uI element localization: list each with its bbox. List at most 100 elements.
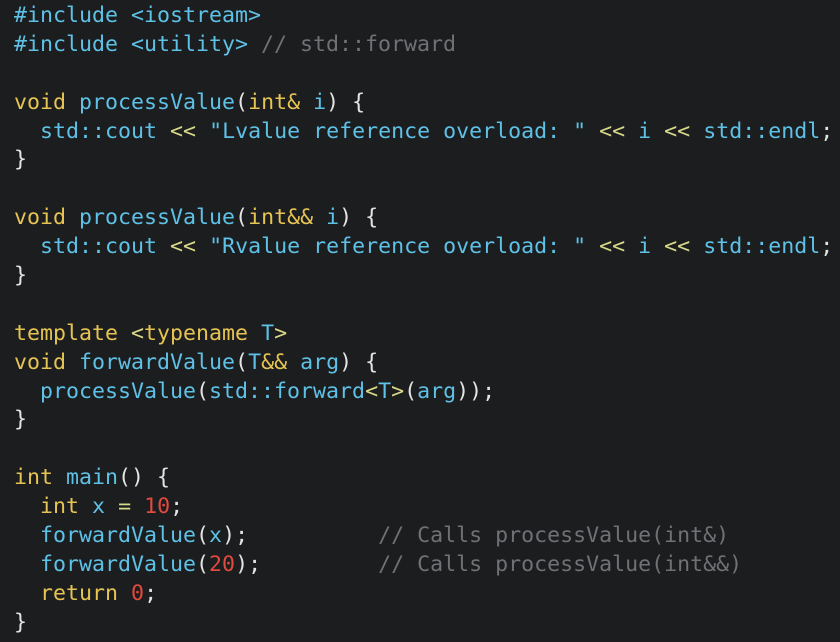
code-keyword: && [261,349,288,375]
code-line: std::cout << "Rvalue reference overload:… [14,233,833,262]
parameter-name: i [313,89,327,115]
code-text: () { [118,465,171,491]
operator: << [664,234,691,260]
parameter-name: i [638,118,652,144]
code-text: } [14,407,28,433]
number-literal: 0 [131,580,145,606]
code-line: } [14,146,833,175]
parameter-name: i [638,234,652,260]
operator: << [170,234,197,260]
code-line: #include <iostream> [14,2,833,31]
code-text: ); [222,523,249,549]
code-text: ( [235,205,249,231]
operator: << [170,118,197,144]
code-keyword: int&& [248,205,314,231]
identifier: std::cout [40,234,158,260]
operator: << [599,234,626,260]
code-text: ( [235,89,249,115]
code-keyword: void [14,89,67,115]
code-keyword: void [14,349,67,375]
code-line: void processValue(int& i) { [14,89,833,118]
code-line: template <typename T> [14,320,833,349]
identifier: x [92,494,106,520]
string-literal: "Rvalue reference overload: " [209,234,587,260]
code-line: int main() { [14,464,833,493]
operator: << [599,118,626,144]
code-keyword: template [14,320,119,346]
code-comment: // Calls processValue(int&) [378,523,730,549]
number-literal: 20 [209,551,236,577]
code-text: ) { [339,349,379,375]
include-directive: #include <utility> [14,31,249,57]
parameter-name: arg [300,349,340,375]
include-directive: #include <iostream> [14,3,262,28]
code-text: ( [196,523,210,549]
code-keyword: int [40,494,80,520]
code-line: #include <utility> // std::forward [14,31,833,60]
identifier: T [261,320,275,346]
code-text: ( [196,551,210,577]
code-text: )); [456,378,496,404]
code-line: void forwardValue(T&& arg) { [14,349,833,378]
operator: < [365,378,379,404]
identifier: x [209,523,223,549]
code-text: ); [235,551,262,577]
code-line: std::cout << "Lvalue reference overload:… [14,118,833,147]
code-line: int x = 10; [14,493,833,522]
code-line: return 0; [14,580,833,609]
code-keyword: void [14,205,67,231]
code-text: } [14,147,28,173]
code-text: ) { [326,89,366,115]
operator: > [274,320,288,346]
code-text: ; [820,234,834,260]
function-name: forwardValue [40,551,197,577]
code-text: ) { [339,205,379,231]
identifier: std::cout [40,118,158,144]
code-keyword: typename [144,320,249,346]
code-text: } [14,263,28,289]
code-text: ; [144,580,158,606]
code-text: } [14,609,28,635]
code-line: forwardValue(20); // Calls processValue(… [14,551,833,580]
code-text: ( [235,349,249,375]
identifier: std::endl [703,118,821,144]
code-line: processValue(std::forward<T>(arg)); [14,378,833,407]
code-comment: // Calls processValue(int&&) [378,551,743,577]
operator: << [664,118,691,144]
code-line: } [14,609,833,638]
code-keyword: int& [248,89,301,115]
code-editor[interactable]: #include <iostream> #include <utility> //… [14,2,833,638]
function-name: forwardValue [79,349,236,375]
identifier: std::endl [703,234,821,260]
code-line: } [14,262,833,291]
